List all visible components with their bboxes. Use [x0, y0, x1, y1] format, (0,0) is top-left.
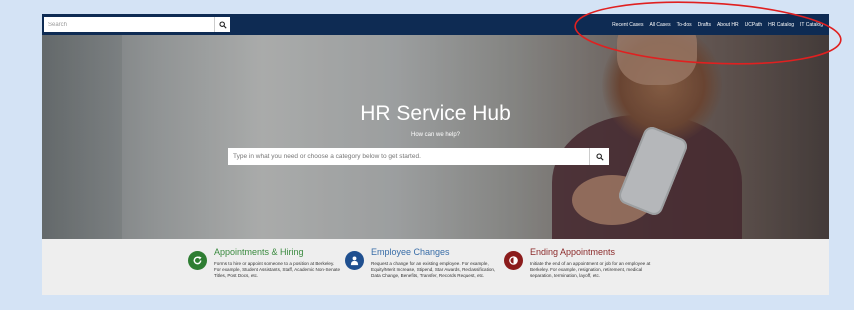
top-search-button[interactable]: [214, 17, 230, 32]
category-title[interactable]: Employee Changes: [371, 247, 450, 257]
refresh-icon: [188, 251, 207, 270]
search-icon: [218, 20, 227, 29]
person-icon: [345, 251, 364, 270]
category-description: Forms to hire or appoint someone to a po…: [214, 261, 341, 278]
search-icon: [595, 152, 604, 161]
red-annotation-ellipse: [574, 1, 842, 65]
half-circle-icon: [504, 251, 523, 270]
hero-search-input[interactable]: [228, 148, 589, 165]
hero-search-button[interactable]: [589, 148, 609, 165]
page-title: HR Service Hub: [360, 102, 511, 125]
top-search-input[interactable]: [44, 17, 230, 32]
category-title[interactable]: Appointments & Hiring: [214, 247, 304, 257]
category-title[interactable]: Ending Appointments: [530, 247, 615, 257]
category-description: Initiate the end of an appointment or jo…: [530, 261, 651, 278]
category-cards: Appointments & Hiring Forms to hire or a…: [42, 239, 829, 295]
category-description: Request a change for an existing employe…: [371, 261, 496, 278]
page-subtitle: How can we help?: [410, 132, 461, 138]
